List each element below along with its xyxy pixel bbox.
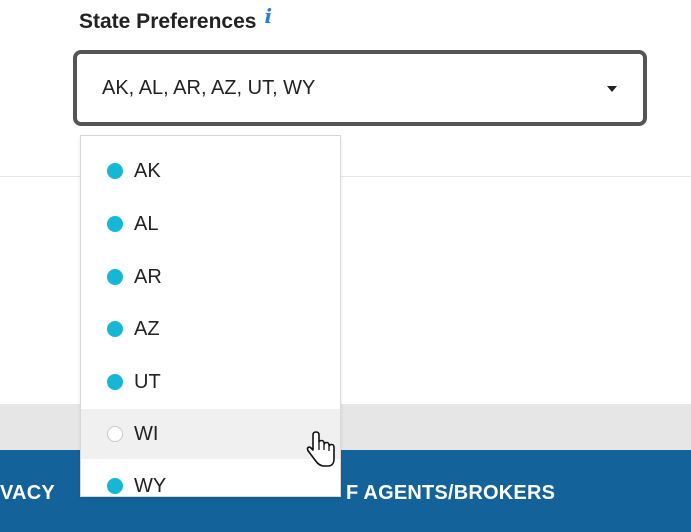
option-label: WY (134, 474, 167, 497)
option-label: WI (134, 422, 159, 445)
option-wy[interactable]: WY (81, 461, 340, 511)
footer-link-agents-brokers[interactable]: F AGENTS/BROKERS (346, 482, 555, 505)
caret-down-icon (607, 86, 617, 92)
option-label: AR (134, 265, 162, 288)
radio-selected-icon (107, 163, 123, 179)
option-ar[interactable]: AR (81, 252, 340, 302)
footer-link-privacy[interactable]: VACY (0, 482, 55, 505)
option-wi[interactable]: WI (81, 409, 340, 459)
radio-selected-icon (107, 478, 123, 494)
option-ak[interactable]: AK (81, 146, 340, 196)
state-preferences-select[interactable]: AK, AL, AR, AZ, UT, WY (73, 50, 647, 126)
option-label: AL (134, 212, 159, 235)
option-ut[interactable]: UT (81, 357, 340, 407)
option-label: AZ (134, 317, 160, 340)
option-az[interactable]: AZ (81, 304, 340, 354)
info-icon[interactable]: i (264, 4, 272, 28)
hand-pointer-cursor-icon (306, 431, 335, 467)
select-value: AK, AL, AR, AZ, UT, WY (102, 76, 316, 99)
radio-selected-icon (107, 216, 123, 232)
radio-selected-icon (107, 321, 123, 337)
option-al[interactable]: AL (81, 199, 340, 249)
radio-unselected-icon (107, 426, 123, 442)
field-label: State Preferences i (79, 4, 272, 34)
option-label: UT (134, 370, 161, 393)
field-label-text: State Preferences (79, 10, 257, 33)
option-label: AK (134, 159, 161, 182)
radio-selected-icon (107, 374, 123, 390)
radio-selected-icon (107, 269, 123, 285)
state-dropdown-menu: AK AL AR AZ UT WI WY (80, 135, 341, 497)
